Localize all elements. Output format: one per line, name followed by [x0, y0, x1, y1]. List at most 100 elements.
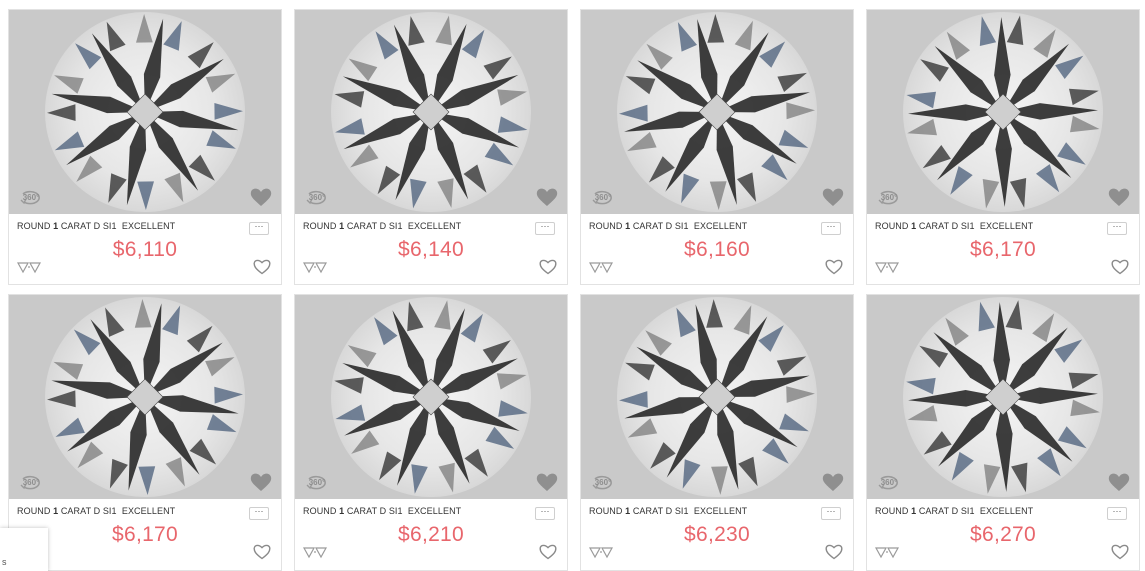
- diamond-photo[interactable]: 360°: [581, 10, 853, 214]
- 360-view-icon[interactable]: 360°: [19, 471, 43, 493]
- diamond-title[interactable]: ROUND 1 CARAT D SI1 EXCELLENT: [17, 221, 175, 231]
- heart-filled-icon[interactable]: [249, 186, 273, 208]
- price: $6,230: [683, 523, 751, 546]
- clarity-grade: SI1: [102, 221, 117, 231]
- heart-filled-icon[interactable]: [821, 186, 845, 208]
- cut-grade: EXCELLENT: [979, 221, 1034, 231]
- 360-view-icon[interactable]: 360°: [305, 471, 329, 493]
- color-grade: D: [665, 221, 673, 231]
- heart-filled-icon[interactable]: [249, 471, 273, 493]
- ring-compare-icon[interactable]: [588, 260, 614, 274]
- ring-compare-icon[interactable]: [874, 545, 900, 559]
- heart-filled-icon[interactable]: [1107, 471, 1131, 493]
- carat: 1: [339, 506, 345, 516]
- ring-compare-icon[interactable]: [16, 260, 42, 274]
- diamond-title[interactable]: ROUND 1 CARAT D SI1 EXCELLENT: [589, 506, 747, 516]
- carat-unit: CARAT: [346, 506, 377, 516]
- more-options-button[interactable]: ···: [535, 222, 555, 235]
- color-grade: D: [379, 221, 387, 231]
- diamond-title[interactable]: ROUND 1 CARAT D SI1 EXCELLENT: [589, 221, 747, 231]
- ring-compare-icon[interactable]: [874, 260, 900, 274]
- diamond-photo[interactable]: 360°: [295, 295, 567, 499]
- more-options-button[interactable]: ···: [249, 222, 269, 235]
- 360-view-icon[interactable]: 360°: [305, 186, 329, 208]
- carat: 1: [911, 221, 917, 231]
- cut-grade: EXCELLENT: [979, 506, 1034, 516]
- ring-compare-icon[interactable]: [588, 545, 614, 559]
- carat: 1: [339, 221, 345, 231]
- heart-outline-icon[interactable]: [253, 543, 271, 560]
- diamond-photo[interactable]: 360°: [581, 295, 853, 499]
- diamond-title[interactable]: ROUND 1 CARAT D SI1 EXCELLENT: [303, 506, 461, 516]
- price: $6,270: [969, 523, 1037, 546]
- diamond-title[interactable]: ROUND 1 CARAT D SI1 EXCELLENT: [875, 506, 1033, 516]
- shape: ROUND: [589, 506, 623, 516]
- diamond-image: [45, 12, 245, 212]
- diamond-title[interactable]: ROUND 1 CARAT D SI1 EXCELLENT: [17, 506, 175, 516]
- spin-label: 360°: [308, 193, 326, 202]
- diamond-card[interactable]: 360° ROUND 1 CARAT D SI1 EXCELLENT ··· $6,2…: [294, 294, 568, 571]
- price: $6,170: [969, 238, 1037, 261]
- diamond-photo[interactable]: 360°: [295, 10, 567, 214]
- more-options-button[interactable]: ···: [535, 507, 555, 520]
- 360-view-icon[interactable]: 360°: [591, 186, 615, 208]
- heart-outline-icon[interactable]: [1111, 258, 1129, 275]
- more-options-button[interactable]: ···: [1107, 222, 1127, 235]
- diamond-card[interactable]: 360° ROUND 1 CARAT D SI1 EXCELLENT ··· $6,1…: [294, 9, 568, 285]
- diamond-title[interactable]: ROUND 1 CARAT D SI1 EXCELLENT: [875, 221, 1033, 231]
- heart-outline-icon[interactable]: [539, 543, 557, 560]
- cut-grade: EXCELLENT: [407, 221, 462, 231]
- more-options-button[interactable]: ···: [1107, 507, 1127, 520]
- heart-outline-icon[interactable]: [253, 258, 271, 275]
- heart-filled-icon[interactable]: [535, 471, 559, 493]
- shape: ROUND: [875, 506, 909, 516]
- price: $6,140: [397, 238, 465, 261]
- color-grade: D: [951, 506, 959, 516]
- more-options-button[interactable]: ···: [821, 507, 841, 520]
- price: $6,110: [112, 238, 178, 261]
- ring-compare-icon[interactable]: [302, 260, 328, 274]
- spin-label: 360°: [880, 193, 898, 202]
- heart-outline-icon[interactable]: [825, 258, 843, 275]
- diamond-card[interactable]: 360° ROUND 1 CARAT D SI1 EXCELLENT ··· $6,1…: [580, 9, 854, 285]
- diamond-card[interactable]: 360° ROUND 1 CARAT D SI1 EXCELLENT ··· $6,2…: [866, 294, 1140, 571]
- diamond-image: [903, 297, 1103, 497]
- more-options-button[interactable]: ···: [249, 507, 269, 520]
- diamond-photo[interactable]: 360°: [867, 10, 1139, 214]
- diamond-card[interactable]: 360° ROUND 1 CARAT D SI1 EXCELLENT ··· $6,1…: [8, 294, 282, 571]
- spin-label: 360°: [594, 193, 612, 202]
- shape: ROUND: [303, 221, 337, 231]
- shape: ROUND: [17, 506, 51, 516]
- diamond-photo[interactable]: 360°: [867, 295, 1139, 499]
- diamond-image: [331, 12, 531, 212]
- ring-compare-icon[interactable]: [302, 545, 328, 559]
- diamond-photo[interactable]: 360°: [9, 10, 281, 214]
- spin-label: 360°: [594, 478, 612, 487]
- corner-toast: s: [0, 528, 48, 571]
- heart-filled-icon[interactable]: [535, 186, 559, 208]
- 360-view-icon[interactable]: 360°: [591, 471, 615, 493]
- diamond-card[interactable]: 360° ROUND 1 CARAT D SI1 EXCELLENT ··· $6,1…: [866, 9, 1140, 285]
- 360-view-icon[interactable]: 360°: [877, 186, 901, 208]
- 360-view-icon[interactable]: 360°: [19, 186, 43, 208]
- more-options-button[interactable]: ···: [821, 222, 841, 235]
- diamond-card[interactable]: 360° ROUND 1 CARAT D SI1 EXCELLENT ··· $6,1…: [8, 9, 282, 285]
- shape: ROUND: [875, 221, 909, 231]
- 360-view-icon[interactable]: 360°: [877, 471, 901, 493]
- heart-outline-icon[interactable]: [539, 258, 557, 275]
- heart-filled-icon[interactable]: [1107, 186, 1131, 208]
- clarity-grade: SI1: [674, 506, 689, 516]
- heart-outline-icon[interactable]: [825, 543, 843, 560]
- color-grade: D: [379, 506, 387, 516]
- color-grade: D: [951, 221, 959, 231]
- shape: ROUND: [303, 506, 337, 516]
- cut-grade: EXCELLENT: [693, 221, 748, 231]
- diamond-image: [331, 297, 531, 497]
- color-grade: D: [93, 506, 101, 516]
- heart-outline-icon[interactable]: [1111, 543, 1129, 560]
- diamond-photo[interactable]: 360°: [9, 295, 281, 499]
- heart-filled-icon[interactable]: [821, 471, 845, 493]
- diamond-title[interactable]: ROUND 1 CARAT D SI1 EXCELLENT: [303, 221, 461, 231]
- carat-unit: CARAT: [918, 506, 949, 516]
- diamond-card[interactable]: 360° ROUND 1 CARAT D SI1 EXCELLENT ··· $6,2…: [580, 294, 854, 571]
